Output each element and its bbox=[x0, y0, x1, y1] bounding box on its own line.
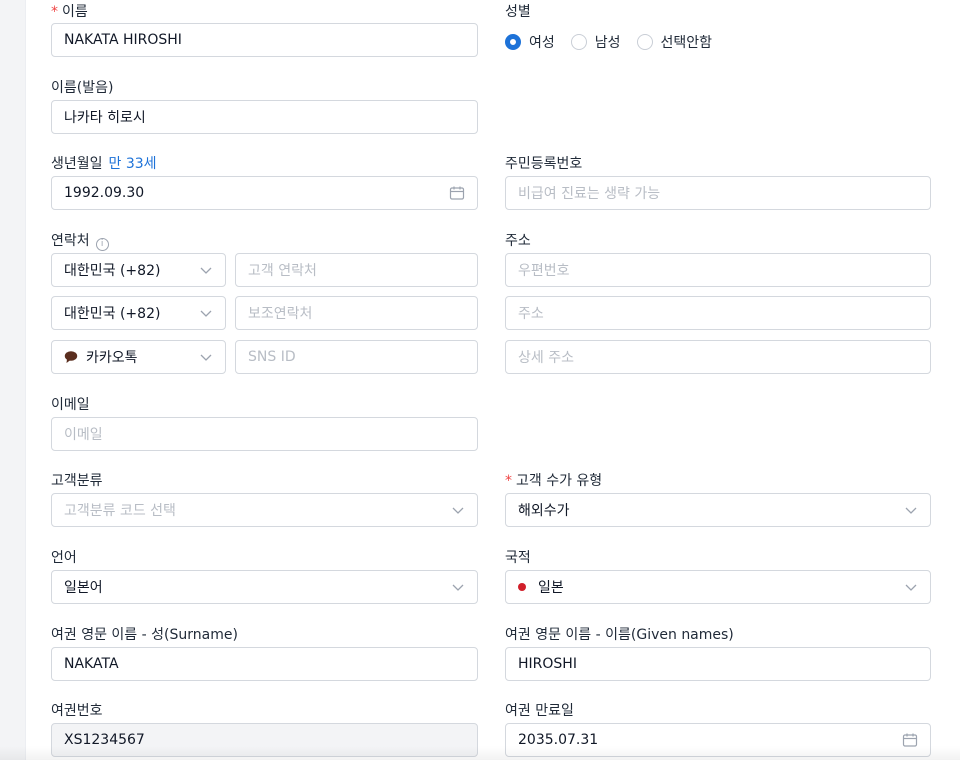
primary-phone-input[interactable]: 고객 연락처 bbox=[235, 253, 478, 287]
secondary-country-code-select[interactable]: 대한민국 (+82) bbox=[51, 296, 226, 330]
calendar-icon[interactable] bbox=[449, 185, 465, 201]
passport-surname-label: 여권 영문 이름 - 성(Surname) bbox=[51, 627, 238, 643]
nationality-select[interactable]: 일본 bbox=[505, 570, 931, 604]
gender-option-male[interactable]: 남성 bbox=[570, 32, 621, 52]
contact-label: 연락처 i bbox=[51, 232, 109, 251]
birthdate-label: 생년월일 만 33세 bbox=[51, 156, 157, 172]
messenger-type-select[interactable]: 카카오톡 bbox=[51, 340, 226, 374]
passport-given-label: 여권 영문 이름 - 이름(Given names) bbox=[505, 627, 734, 643]
customer-category-select[interactable]: 고객분류 코드 선택 bbox=[51, 493, 478, 527]
passport-expiry-label: 여권 만료일 bbox=[505, 703, 574, 719]
passport-number-input[interactable]: XS1234567 bbox=[51, 723, 478, 757]
info-icon[interactable]: i bbox=[95, 238, 109, 251]
name-pronunciation-label: 이름(발음) bbox=[51, 80, 114, 96]
passport-number-label: 여권번호 bbox=[51, 703, 103, 719]
name-label: * 이름 bbox=[51, 4, 88, 20]
resident-number-input[interactable]: 비급여 진료는 생략 가능 bbox=[505, 176, 931, 210]
calendar-icon[interactable] bbox=[902, 732, 918, 748]
birthdate-input[interactable]: 1992.09.30 bbox=[51, 176, 478, 210]
chevron-down-icon bbox=[200, 267, 212, 274]
name-input[interactable]: NAKATA HIROSHI bbox=[51, 23, 478, 57]
secondary-phone-input[interactable]: 보조연락처 bbox=[235, 296, 478, 330]
passport-surname-input[interactable]: NAKATA bbox=[51, 647, 478, 681]
name-pronunciation-input[interactable]: 나카타 히로시 bbox=[51, 100, 478, 134]
address-label: 주소 bbox=[505, 233, 531, 249]
customer-category-label: 고객분류 bbox=[51, 473, 103, 489]
gender-radio-group: 여성 남성 선택안함 bbox=[505, 32, 728, 52]
chevron-down-icon bbox=[200, 354, 212, 361]
language-label: 언어 bbox=[51, 550, 77, 566]
age-badge: 만 33세 bbox=[108, 156, 157, 172]
nationality-label: 국적 bbox=[505, 550, 531, 566]
chevron-down-icon bbox=[452, 507, 464, 514]
required-marker: * bbox=[51, 4, 58, 20]
language-select[interactable]: 일본어 bbox=[51, 570, 478, 604]
gender-option-female[interactable]: 여성 bbox=[505, 32, 555, 52]
radio-selected-icon[interactable] bbox=[505, 34, 521, 50]
chevron-down-icon bbox=[905, 584, 917, 591]
passport-given-input[interactable]: HIROSHI bbox=[505, 647, 931, 681]
chevron-down-icon bbox=[200, 310, 212, 317]
passport-expiry-input[interactable]: 2035.07.31 bbox=[505, 723, 931, 757]
postal-code-input[interactable]: 우편번호 bbox=[505, 253, 931, 287]
email-label: 이메일 bbox=[51, 397, 90, 413]
required-marker: * bbox=[505, 473, 512, 489]
radio-unselected-icon[interactable] bbox=[636, 34, 653, 50]
gender-option-none[interactable]: 선택안함 bbox=[636, 32, 712, 52]
email-input[interactable]: 이메일 bbox=[51, 417, 478, 451]
address-input[interactable]: 주소 bbox=[505, 296, 931, 330]
chat-bubble-icon bbox=[64, 351, 78, 363]
address-detail-input[interactable]: 상세 주소 bbox=[505, 340, 931, 374]
fee-type-label: * 고객 수가 유형 bbox=[505, 473, 603, 489]
gender-label: 성별 bbox=[505, 4, 531, 20]
primary-country-code-select[interactable]: 대한민국 (+82) bbox=[51, 253, 226, 287]
radio-unselected-icon[interactable] bbox=[570, 34, 587, 50]
chevron-down-icon bbox=[452, 584, 464, 591]
flag-dot-icon bbox=[518, 583, 526, 591]
fee-type-select[interactable]: 해외수가 bbox=[505, 493, 931, 527]
sns-id-input[interactable]: SNS ID bbox=[235, 340, 478, 374]
chevron-down-icon bbox=[905, 507, 917, 514]
resident-number-label: 주민등록번호 bbox=[505, 156, 583, 172]
